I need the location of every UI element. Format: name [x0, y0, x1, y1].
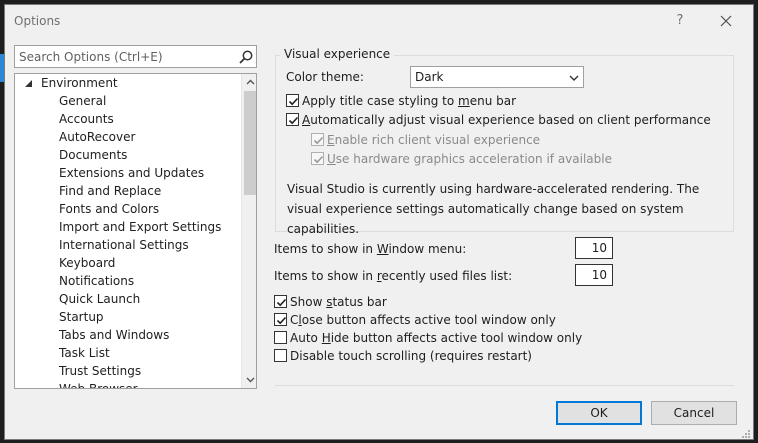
close-icon: [720, 15, 732, 27]
scroll-up-button[interactable]: [242, 74, 256, 90]
ok-button[interactable]: OK: [556, 401, 642, 425]
tree-list: Environment General Accounts AutoRecover…: [15, 74, 239, 388]
cancel-button[interactable]: Cancel: [651, 401, 737, 425]
tree-node-keyboard[interactable]: Keyboard: [15, 254, 239, 272]
rich-client-text: nable rich client visual experience: [334, 133, 541, 147]
hw-accel-label: Use hardware graphics acceleration if av…: [327, 152, 612, 166]
close-button-checkbox[interactable]: [274, 313, 287, 326]
touch-scrolling-checkbox[interactable]: [274, 349, 287, 362]
status-bar-text-end: tatus bar: [332, 295, 387, 309]
options-dialog: Options ? Environment General Accounts A…: [4, 4, 754, 440]
recent-files-label: Items to show in recently used files lis…: [274, 269, 512, 283]
auto-hide-checkbox[interactable]: [274, 331, 287, 344]
auto-adjust-checkbox[interactable]: [286, 113, 299, 126]
window-menu-text-end: indow menu:: [388, 242, 467, 256]
close-button-text-end: ose button affects active tool window on…: [301, 313, 556, 327]
tree-node-label: Environment: [41, 76, 118, 90]
status-bar-checkbox[interactable]: [274, 295, 287, 308]
tree-node-fonts-colors[interactable]: Fonts and Colors: [15, 200, 239, 218]
window-menu-mnemonic: W: [376, 242, 389, 256]
search-icon[interactable]: [238, 49, 254, 65]
tree-node-task-list[interactable]: Task List: [15, 344, 239, 362]
title-case-text-end: enu bar: [469, 94, 517, 108]
tree-node-trust-settings[interactable]: Trust Settings: [15, 362, 239, 380]
auto-hide-label: Auto Hide button affects active tool win…: [290, 331, 582, 345]
recent-files-count-input[interactable]: [575, 264, 613, 286]
rendering-info-text: Visual Studio is currently using hardwar…: [287, 182, 700, 236]
checkmark-icon: [313, 155, 324, 164]
checkmark-icon: [313, 136, 324, 145]
recent-files-text: Items to show in: [274, 269, 377, 283]
footer-divider: [275, 385, 734, 386]
tree-node-international[interactable]: International Settings: [15, 236, 239, 254]
search-input[interactable]: [15, 46, 233, 67]
color-theme-select[interactable]: Dark: [410, 66, 584, 88]
auto-hide-text: Auto: [290, 331, 322, 345]
tree-node-autorecover[interactable]: AutoRecover: [15, 128, 239, 146]
tree-node-import-export[interactable]: Import and Export Settings: [15, 218, 239, 236]
auto-adjust-mnemonic: A: [302, 113, 311, 127]
color-theme-label-text: Color theme:: [286, 70, 364, 84]
rich-client-label: Enable rich client visual experience: [327, 133, 540, 147]
resize-grip-icon[interactable]: [741, 429, 751, 439]
title-bar: Options ?: [5, 5, 753, 37]
tree-node-notifications[interactable]: Notifications: [15, 272, 239, 290]
tree-node-find-replace[interactable]: Find and Replace: [15, 182, 239, 200]
title-case-checkbox[interactable]: [286, 94, 299, 107]
status-bar-label: Show status bar: [290, 295, 387, 309]
help-button[interactable]: ?: [667, 10, 693, 32]
tree-node-tabs-windows[interactable]: Tabs and Windows: [15, 326, 239, 344]
close-button-label: Close button affects active tool window …: [290, 313, 556, 327]
search-box: [14, 45, 257, 68]
checkmark-icon: [276, 316, 287, 325]
window-menu-count-input[interactable]: [575, 237, 613, 259]
hw-accel-mnemonic: U: [327, 152, 336, 166]
recent-files-text-end: ecently used files list:: [381, 269, 513, 283]
tree-node-web-browser[interactable]: Web Browser: [15, 380, 239, 388]
checkmark-icon: [288, 97, 299, 106]
title-case-text: Apply title case styling to: [302, 94, 458, 108]
hw-accel-text: se hardware graphics acceleration if ava…: [335, 152, 612, 166]
title-case-mnemonic: m: [458, 94, 470, 108]
color-theme-value: Dark: [415, 70, 444, 84]
auto-adjust-text: utomatically adjust visual experience ba…: [310, 113, 711, 127]
window-menu-text: Items to show in: [274, 242, 377, 256]
tree-node-startup[interactable]: Startup: [15, 308, 239, 326]
rich-client-checkbox[interactable]: [311, 133, 324, 146]
scroll-thumb[interactable]: [244, 91, 256, 195]
chevron-up-icon: [246, 79, 254, 85]
auto-hide-text-end: ide button affects active tool window on…: [330, 331, 583, 345]
chevron-down-icon: [569, 75, 579, 81]
status-bar-text: Show: [290, 295, 327, 309]
dialog-title: Options: [14, 14, 61, 28]
tree-node-quick-launch[interactable]: Quick Launch: [15, 290, 239, 308]
close-button[interactable]: [713, 10, 739, 32]
tree-node-general[interactable]: General: [15, 92, 239, 110]
tree-node-environment[interactable]: Environment: [15, 74, 239, 92]
hw-accel-checkbox[interactable]: [311, 152, 324, 165]
checkmark-icon: [288, 116, 299, 125]
tree-node-extensions-updates[interactable]: Extensions and Updates: [15, 164, 239, 182]
color-theme-label: Color theme:: [286, 70, 364, 84]
touch-scrolling-label: Disable touch scrolling (requires restar…: [290, 349, 532, 363]
caret-down-icon[interactable]: [23, 78, 33, 88]
auto-adjust-label: Automatically adjust visual experience b…: [302, 113, 711, 127]
scroll-down-button[interactable]: [242, 372, 256, 388]
tree-node-accounts[interactable]: Accounts: [15, 110, 239, 128]
window-menu-label: Items to show in Window menu:: [274, 242, 466, 256]
visual-experience-title: Visual experience: [280, 47, 395, 61]
checkmark-icon: [276, 298, 287, 307]
tree-node-documents[interactable]: Documents: [15, 146, 239, 164]
title-case-label: Apply title case styling to menu bar: [302, 94, 516, 108]
options-tree: Environment General Accounts AutoRecover…: [14, 73, 257, 389]
chevron-down-icon: [246, 377, 254, 383]
tree-scrollbar[interactable]: [241, 74, 256, 388]
rich-client-mnemonic: E: [327, 133, 335, 147]
auto-hide-mnemonic: H: [321, 331, 331, 345]
